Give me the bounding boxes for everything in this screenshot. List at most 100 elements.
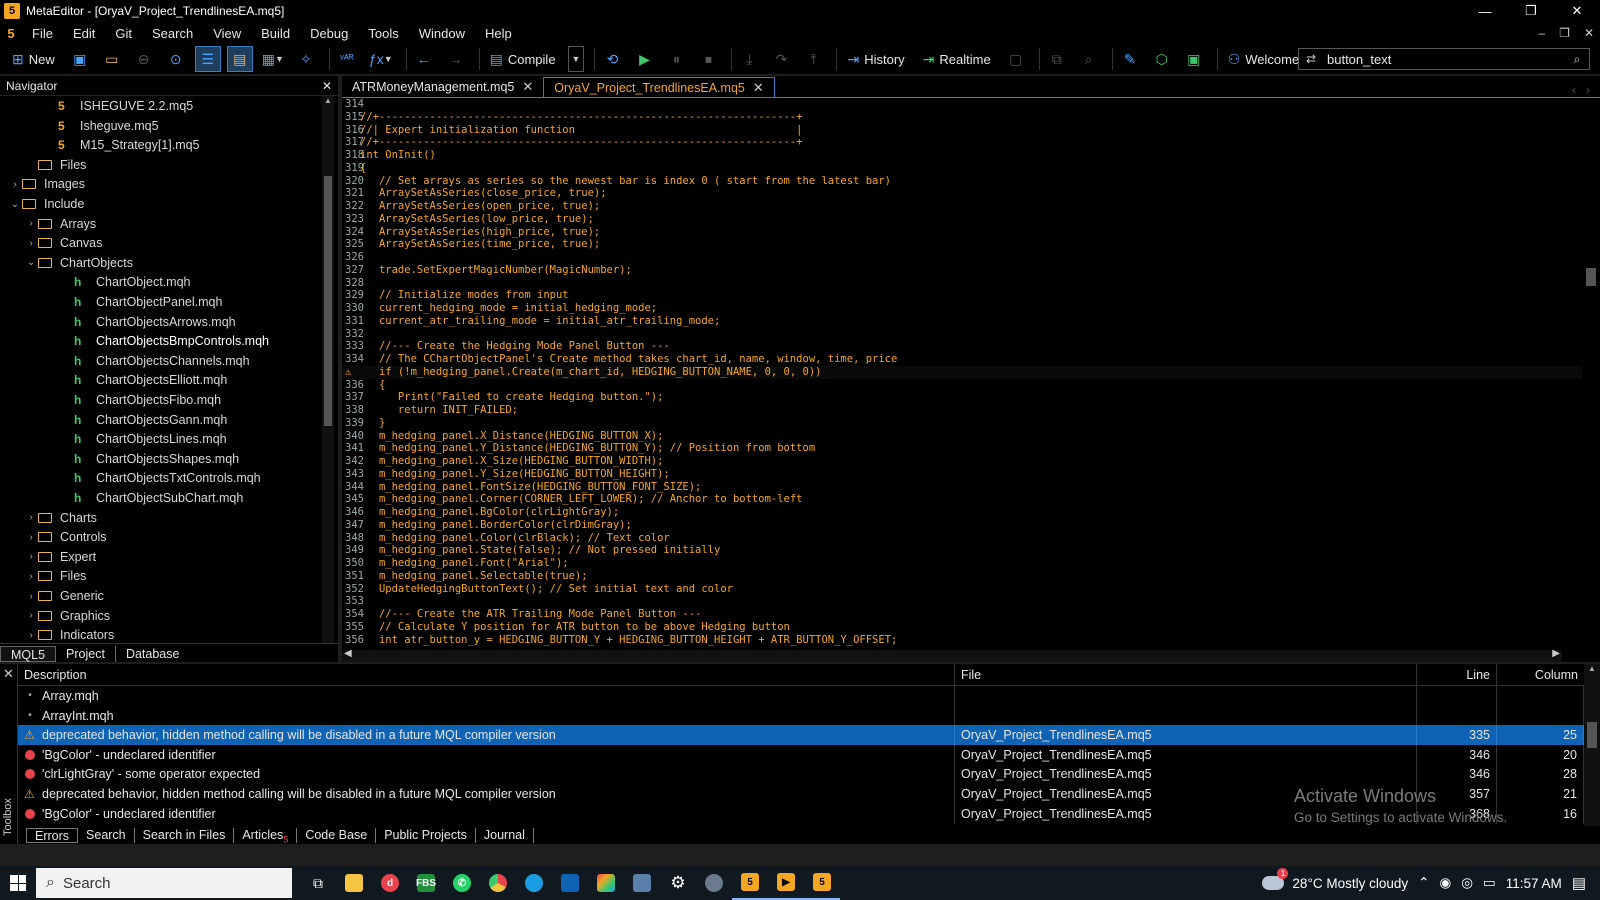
chevron-right-icon[interactable]: › [24, 571, 38, 582]
chevron-right-icon[interactable]: › [24, 630, 38, 641]
app-game-button[interactable] [696, 866, 732, 900]
styler-button[interactable]: ✧ [293, 46, 319, 72]
tab-errors[interactable]: Errors [26, 827, 79, 843]
col-description[interactable]: Description [18, 664, 955, 686]
chevron-right-icon[interactable]: › [24, 512, 38, 523]
pause-button[interactable]: ⏸ [663, 46, 689, 72]
message-row[interactable]: • Array.mqh [18, 686, 1584, 706]
variables-button[interactable]: ᵛᴬᴿ [334, 46, 360, 72]
chevron-right-icon[interactable]: › [24, 591, 38, 602]
record-icon[interactable]: ◉ [1439, 875, 1451, 891]
toolbar-search-box[interactable]: ⇄ button_text ⌕ [1298, 48, 1590, 70]
toggle-toolbox-button[interactable]: ▤ [226, 46, 253, 72]
copy-button[interactable]: ⧉ [1044, 46, 1070, 72]
app-red-button[interactable]: d [372, 866, 408, 900]
office-button[interactable] [588, 866, 624, 900]
metatrader-taskbar-button[interactable]: ▶ [768, 866, 804, 900]
welcome-button[interactable]: ⚇ Welcome [1222, 46, 1306, 72]
maximize-button[interactable]: ❐ [1508, 0, 1554, 22]
message-row[interactable]: • ArrayInt.mqh [18, 705, 1584, 726]
mdi-minimize-icon[interactable]: – [1538, 22, 1545, 44]
tree-node[interactable]: h ChartObjectsFibo.mqh [60, 390, 221, 410]
file-explorer-button[interactable] [336, 866, 372, 900]
save-button[interactable]: ⊖ [131, 46, 157, 72]
scroll-up-icon[interactable]: ▲ [322, 96, 334, 105]
menu-git[interactable]: Git [105, 26, 142, 41]
close-icon[interactable]: ✕ [322, 79, 332, 93]
tree-node[interactable]: h ChartObject.mqh [60, 272, 190, 292]
tree-node[interactable]: 5 M15_Strategy[1].mq5 [44, 135, 200, 155]
tree-node[interactable]: h ChartObjectsChannels.mqh [60, 351, 250, 371]
whatsapp-button[interactable]: ✆ [444, 866, 480, 900]
chrome-button[interactable] [480, 866, 516, 900]
tree-node[interactable]: h ChartObjectsTxtControls.mqh [60, 468, 261, 488]
scrollbar-thumb[interactable] [1587, 722, 1597, 748]
step-into-button[interactable]: ⤓ [736, 46, 762, 72]
toolbox-scrollbar[interactable]: ▲ [1584, 664, 1600, 826]
tree-node[interactable]: Files [24, 155, 86, 175]
tree-node[interactable]: h ChartObjectsGann.mqh [60, 410, 227, 430]
chevron-down-icon[interactable]: ⌄ [8, 199, 22, 210]
tree-node[interactable]: h ChartObjectsLines.mqh [60, 429, 227, 449]
find-button[interactable]: ⌕ [1076, 46, 1102, 72]
chevron-up-icon[interactable]: ⌃ [1418, 875, 1429, 891]
tree-node[interactable]: h ChartObjectsElliott.mqh [60, 370, 227, 390]
tree-node[interactable]: ⌄ Include [8, 194, 85, 214]
start-debug-button[interactable]: ▶ [631, 46, 657, 72]
clock[interactable]: 11:57 AM [1506, 876, 1562, 891]
edge-button[interactable] [516, 866, 552, 900]
tree-node[interactable]: h ChartObjectSubChart.mqh [60, 488, 243, 508]
chevron-right-icon[interactable]: › [24, 532, 38, 543]
notification-icon[interactable]: ▤ [1572, 874, 1586, 892]
ai-assistant-button[interactable]: ⬡ [1149, 46, 1175, 72]
tab-journal[interactable]: Journal [476, 827, 534, 843]
store-button[interactable] [552, 866, 588, 900]
tree-node[interactable]: › Indicators [24, 625, 114, 644]
step-out-button[interactable]: ⤒ [800, 46, 826, 72]
col-file[interactable]: File [955, 664, 1417, 686]
stop-button[interactable]: ⏹ [695, 46, 721, 72]
menu-edit[interactable]: Edit [63, 26, 105, 41]
tree-node[interactable]: › Controls [24, 527, 106, 547]
tab-mql5[interactable]: MQL5 [0, 645, 57, 662]
start-button[interactable] [0, 866, 36, 900]
chevron-right-icon[interactable]: › [24, 238, 38, 249]
chevron-right-icon[interactable]: › [24, 610, 38, 621]
metaeditor-2-taskbar-button[interactable]: 5 [804, 866, 840, 900]
message-row[interactable]: 'clrLightGray' - some operator expected O… [18, 764, 1584, 785]
editor-scrollbar[interactable] [1584, 98, 1596, 648]
menu-view[interactable]: View [203, 26, 251, 41]
tree-node[interactable]: h ChartObjectsShapes.mqh [60, 449, 239, 469]
col-line[interactable]: Line [1417, 664, 1497, 686]
tab-atr-money-management[interactable]: ATRMoneyManagement.mq5 ✕ [342, 77, 543, 97]
menu-debug[interactable]: Debug [300, 26, 358, 41]
tree-node[interactable]: h ChartObjectsBmpControls.mqh [60, 331, 269, 351]
tab-database[interactable]: Database [116, 646, 190, 662]
taskbar-search[interactable]: ⌕ Search [36, 868, 292, 898]
tree-node[interactable]: › Graphics [24, 606, 110, 626]
app-green-button[interactable]: FBS [408, 866, 444, 900]
debug-history-button[interactable]: ⟲ [599, 46, 625, 72]
scroll-up-icon[interactable]: ▲ [1584, 664, 1600, 673]
settings-button[interactable]: ⚙ [660, 866, 696, 900]
tree-node[interactable]: 5 Isheguve.mq5 [44, 116, 159, 136]
menu-file[interactable]: File [22, 26, 63, 41]
chevron-right-icon[interactable]: › [8, 179, 22, 190]
tab-oryav-project[interactable]: OryaV_Project_TrendlinesEA.mq5 ✕ [543, 77, 775, 97]
tab-public-projects[interactable]: Public Projects [376, 827, 476, 843]
col-column[interactable]: Column [1497, 664, 1584, 686]
menu-help[interactable]: Help [475, 26, 522, 41]
tree-node[interactable]: › Generic [24, 586, 103, 606]
mdi-close-icon[interactable]: ✕ [1584, 22, 1594, 44]
scrollbar-thumb[interactable] [324, 176, 332, 426]
message-row[interactable]: 'BgColor' - undeclared identifier OryaV_P… [18, 744, 1584, 765]
menu-search[interactable]: Search [142, 26, 203, 41]
pen-button[interactable]: ✎ [1117, 46, 1143, 72]
metaeditor-taskbar-button[interactable]: 5 [732, 866, 768, 900]
toggle-navigator-button[interactable]: ☰ [194, 46, 221, 72]
search-input[interactable]: button_text [1323, 52, 1565, 67]
mdi-restore-icon[interactable]: ❐ [1559, 22, 1570, 44]
tree-node[interactable]: › Canvas [24, 233, 102, 253]
new-button[interactable]: ⊞ New [6, 46, 61, 72]
step-over-button[interactable]: ↷ [768, 46, 794, 72]
